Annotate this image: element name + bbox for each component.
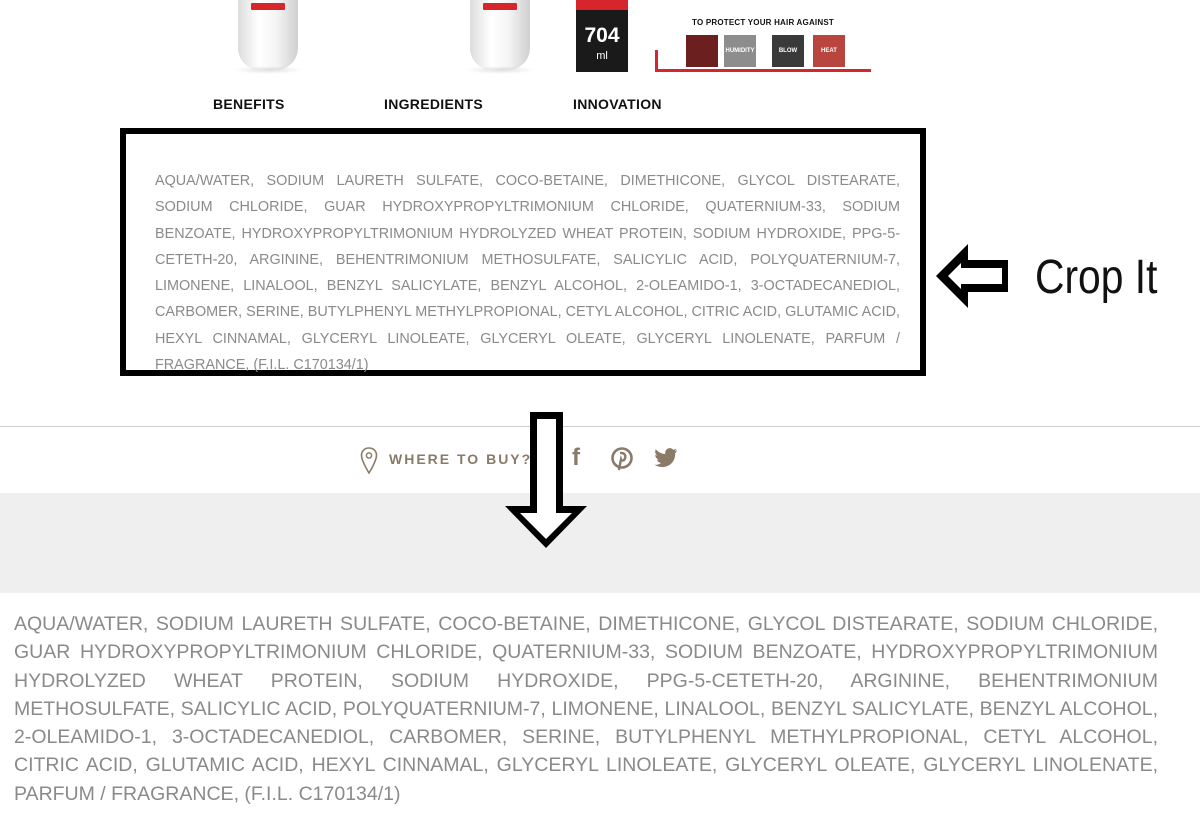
protection-thumb: BLOW DRYING bbox=[772, 35, 804, 67]
arrow-left-icon bbox=[936, 244, 1008, 308]
location-pin-icon[interactable] bbox=[360, 446, 378, 476]
ingredients-text-cropped: AQUA/WATER, SODIUM LAURETH SULFATE, COCO… bbox=[14, 613, 1158, 805]
crop-it-annotation: Crop It bbox=[1035, 251, 1158, 304]
tab-innovation[interactable]: INNOVATION bbox=[573, 96, 662, 112]
arrow-down-icon bbox=[505, 412, 587, 548]
tab-benefits[interactable]: BENEFITS bbox=[213, 96, 285, 112]
product-bottle-image[interactable] bbox=[238, 0, 298, 70]
twitter-icon[interactable] bbox=[654, 448, 678, 468]
protection-thumb: HEAT bbox=[813, 35, 845, 67]
tab-ingredients[interactable]: INGREDIENTS bbox=[384, 96, 483, 112]
volume-unit: ml bbox=[596, 50, 608, 62]
gray-band bbox=[0, 493, 1200, 593]
protection-thumb: HUMIDITY bbox=[724, 35, 756, 67]
ingredients-highlight-box: AQUA/WATER, SODIUM LAURETH SULFATE, COCO… bbox=[120, 128, 926, 376]
protect-headline: TO PROTECT YOUR HAIR AGAINST bbox=[692, 18, 834, 27]
volume-badge: 704 ml bbox=[576, 0, 628, 72]
ingredients-text: AQUA/WATER, SODIUM LAURETH SULFATE, COCO… bbox=[155, 173, 900, 374]
hair-protection-banner: TO PROTECT YOUR HAIR AGAINST HUMIDITY BL… bbox=[655, 0, 871, 72]
divider bbox=[0, 426, 1200, 427]
product-bottle-image[interactable] bbox=[470, 0, 530, 70]
protection-thumb bbox=[686, 35, 718, 67]
pinterest-icon[interactable] bbox=[611, 447, 633, 471]
volume-number: 704 bbox=[584, 24, 620, 47]
